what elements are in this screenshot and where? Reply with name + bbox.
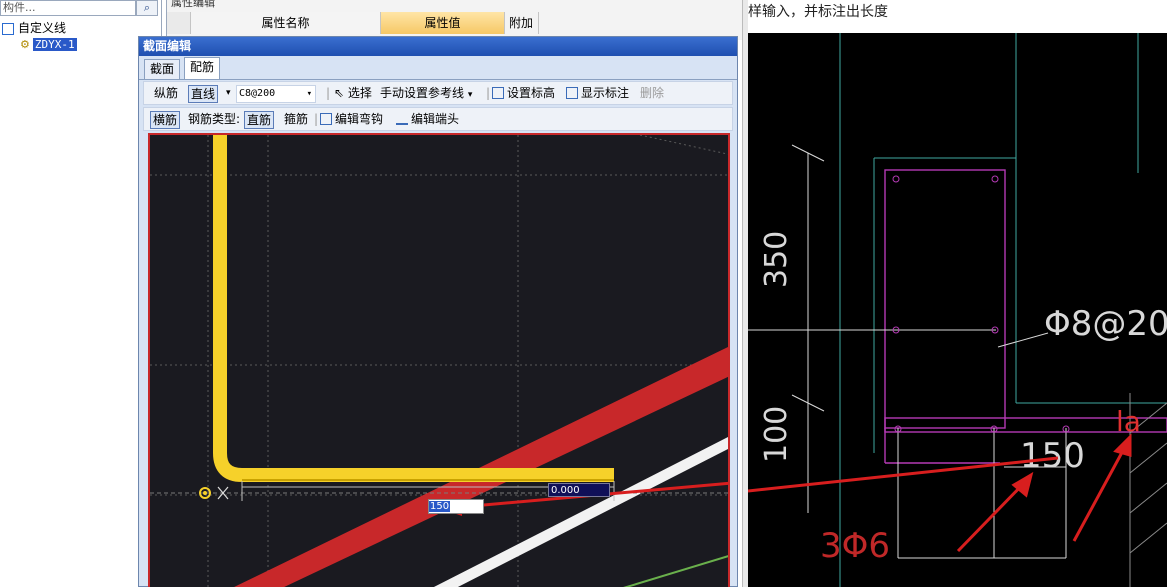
toolbar-separator: | (326, 86, 331, 100)
snap-point-dot (203, 491, 207, 495)
drawing-canvas[interactable]: 0.000 150 (148, 133, 730, 587)
line-mode-dropdown-icon[interactable]: ▾ (224, 85, 233, 103)
show-dims-label: 显示标注 (581, 86, 630, 100)
cad-reference-drawing: 350 100 Φ8@200 150 la 3Φ6 (748, 33, 1167, 587)
search-icon[interactable]: ⌕ (136, 0, 158, 16)
manual-ref-line-button[interactable]: 手动设置参考线 ▾ (378, 85, 474, 103)
cad-bottom-label: 3Φ6 (820, 526, 890, 566)
rebar-yellow[interactable] (213, 135, 614, 482)
column-header-value: 属性值 (381, 12, 505, 34)
dialog-title: 截面编辑 (139, 37, 737, 56)
column-header-name: 属性名称 (191, 12, 381, 34)
edit-end-button[interactable]: 编辑端头 (394, 111, 461, 129)
property-grid-title: 属性编辑 (171, 0, 215, 9)
select-label: 选择 (347, 86, 372, 100)
cad-dim-350: 350 (759, 231, 794, 288)
delete-button[interactable]: 删除 (638, 85, 666, 103)
canvas-svg (150, 135, 728, 587)
section-edge-red (234, 346, 728, 587)
tree-item-label: 自定义线 (18, 21, 67, 35)
gear-icon: ⚙ (20, 38, 30, 51)
tab-divider (139, 79, 737, 80)
cad-svg: 350 100 Φ8@200 150 la 3Φ6 (748, 33, 1167, 587)
rebar-type-toolbar: 横筋 钢筋类型: 直筋 箍筋 | 编辑弯钩 编辑端头 (143, 107, 733, 131)
tree-item-label: ZDYX-1 (32, 38, 77, 51)
straight-rebar-button[interactable]: 直筋 (244, 111, 275, 129)
hook-icon (320, 113, 332, 125)
longitudinal-label: 纵筋 (154, 86, 179, 100)
show-dims-button[interactable]: 显示标注 (564, 85, 631, 103)
rebar-toolbar: 纵筋 直线 ▾ C8@200 ▾ | ⇖ 选择 手动设置参考线 ▾ | 设置标高 … (143, 81, 733, 105)
line-mode-button[interactable]: 直线 (188, 85, 219, 103)
dimension-readout: 0.000 (548, 483, 610, 497)
grid-lines (150, 135, 728, 587)
edit-hook-button[interactable]: 编辑弯钩 (318, 111, 385, 129)
dimension-icon (566, 87, 578, 99)
edit-end-label: 编辑端头 (411, 112, 460, 126)
tree-item-custom-line[interactable]: 自定义线 (2, 20, 77, 36)
component-search-input[interactable]: 构件... (0, 0, 136, 16)
chevron-down-icon: ▾ (306, 89, 312, 99)
property-grid: 属性编辑 属性名称 属性值 附加 (166, 0, 742, 40)
folder-icon (2, 22, 14, 35)
tab-rebar[interactable]: 配筋 (184, 57, 221, 79)
cad-anchor-label: la (1116, 405, 1141, 438)
cad-rebar-points (892, 175, 1070, 433)
end-icon (396, 113, 408, 125)
chevron-down-icon: ▾ (467, 90, 473, 100)
length-input-value: 150 (429, 501, 451, 512)
rebar-line-green (623, 555, 728, 587)
set-elevation-label: 设置标高 (507, 86, 556, 100)
cad-dimension-lines (748, 144, 1067, 559)
select-button[interactable]: ⇖ 选择 (332, 85, 374, 103)
stirrup-button[interactable]: 箍筋 (282, 111, 310, 129)
tab-section[interactable]: 截面 (144, 59, 181, 79)
column-header-extra: 附加 (505, 12, 539, 34)
manual-ref-label: 手动设置参考线 (380, 86, 465, 100)
set-elevation-button[interactable]: 设置标高 (490, 85, 557, 103)
tree-item-zdyx[interactable]: ⚙ ZDYX-1 (2, 36, 77, 52)
instruction-note: 样输入，并标注出长度 (748, 4, 888, 20)
transverse-button[interactable]: 横筋 (150, 111, 181, 129)
rebar-spec-select[interactable]: C8@200 ▾ (236, 85, 316, 103)
rebar-type-label: 钢筋类型: (188, 112, 241, 126)
grid-corner (167, 12, 191, 34)
cad-dim-100: 100 (759, 406, 794, 463)
cross-marker (217, 486, 229, 500)
rebar-spec-value: C8@200 (239, 88, 276, 99)
length-input[interactable]: 150 (428, 499, 484, 514)
cursor-icon: ⇖ (334, 86, 345, 100)
edit-hook-label: 编辑弯钩 (335, 112, 384, 126)
cad-rebar-label: Φ8@200 (1044, 304, 1167, 344)
cad-length-label: 150 (1020, 436, 1085, 476)
elevation-icon (492, 87, 504, 99)
